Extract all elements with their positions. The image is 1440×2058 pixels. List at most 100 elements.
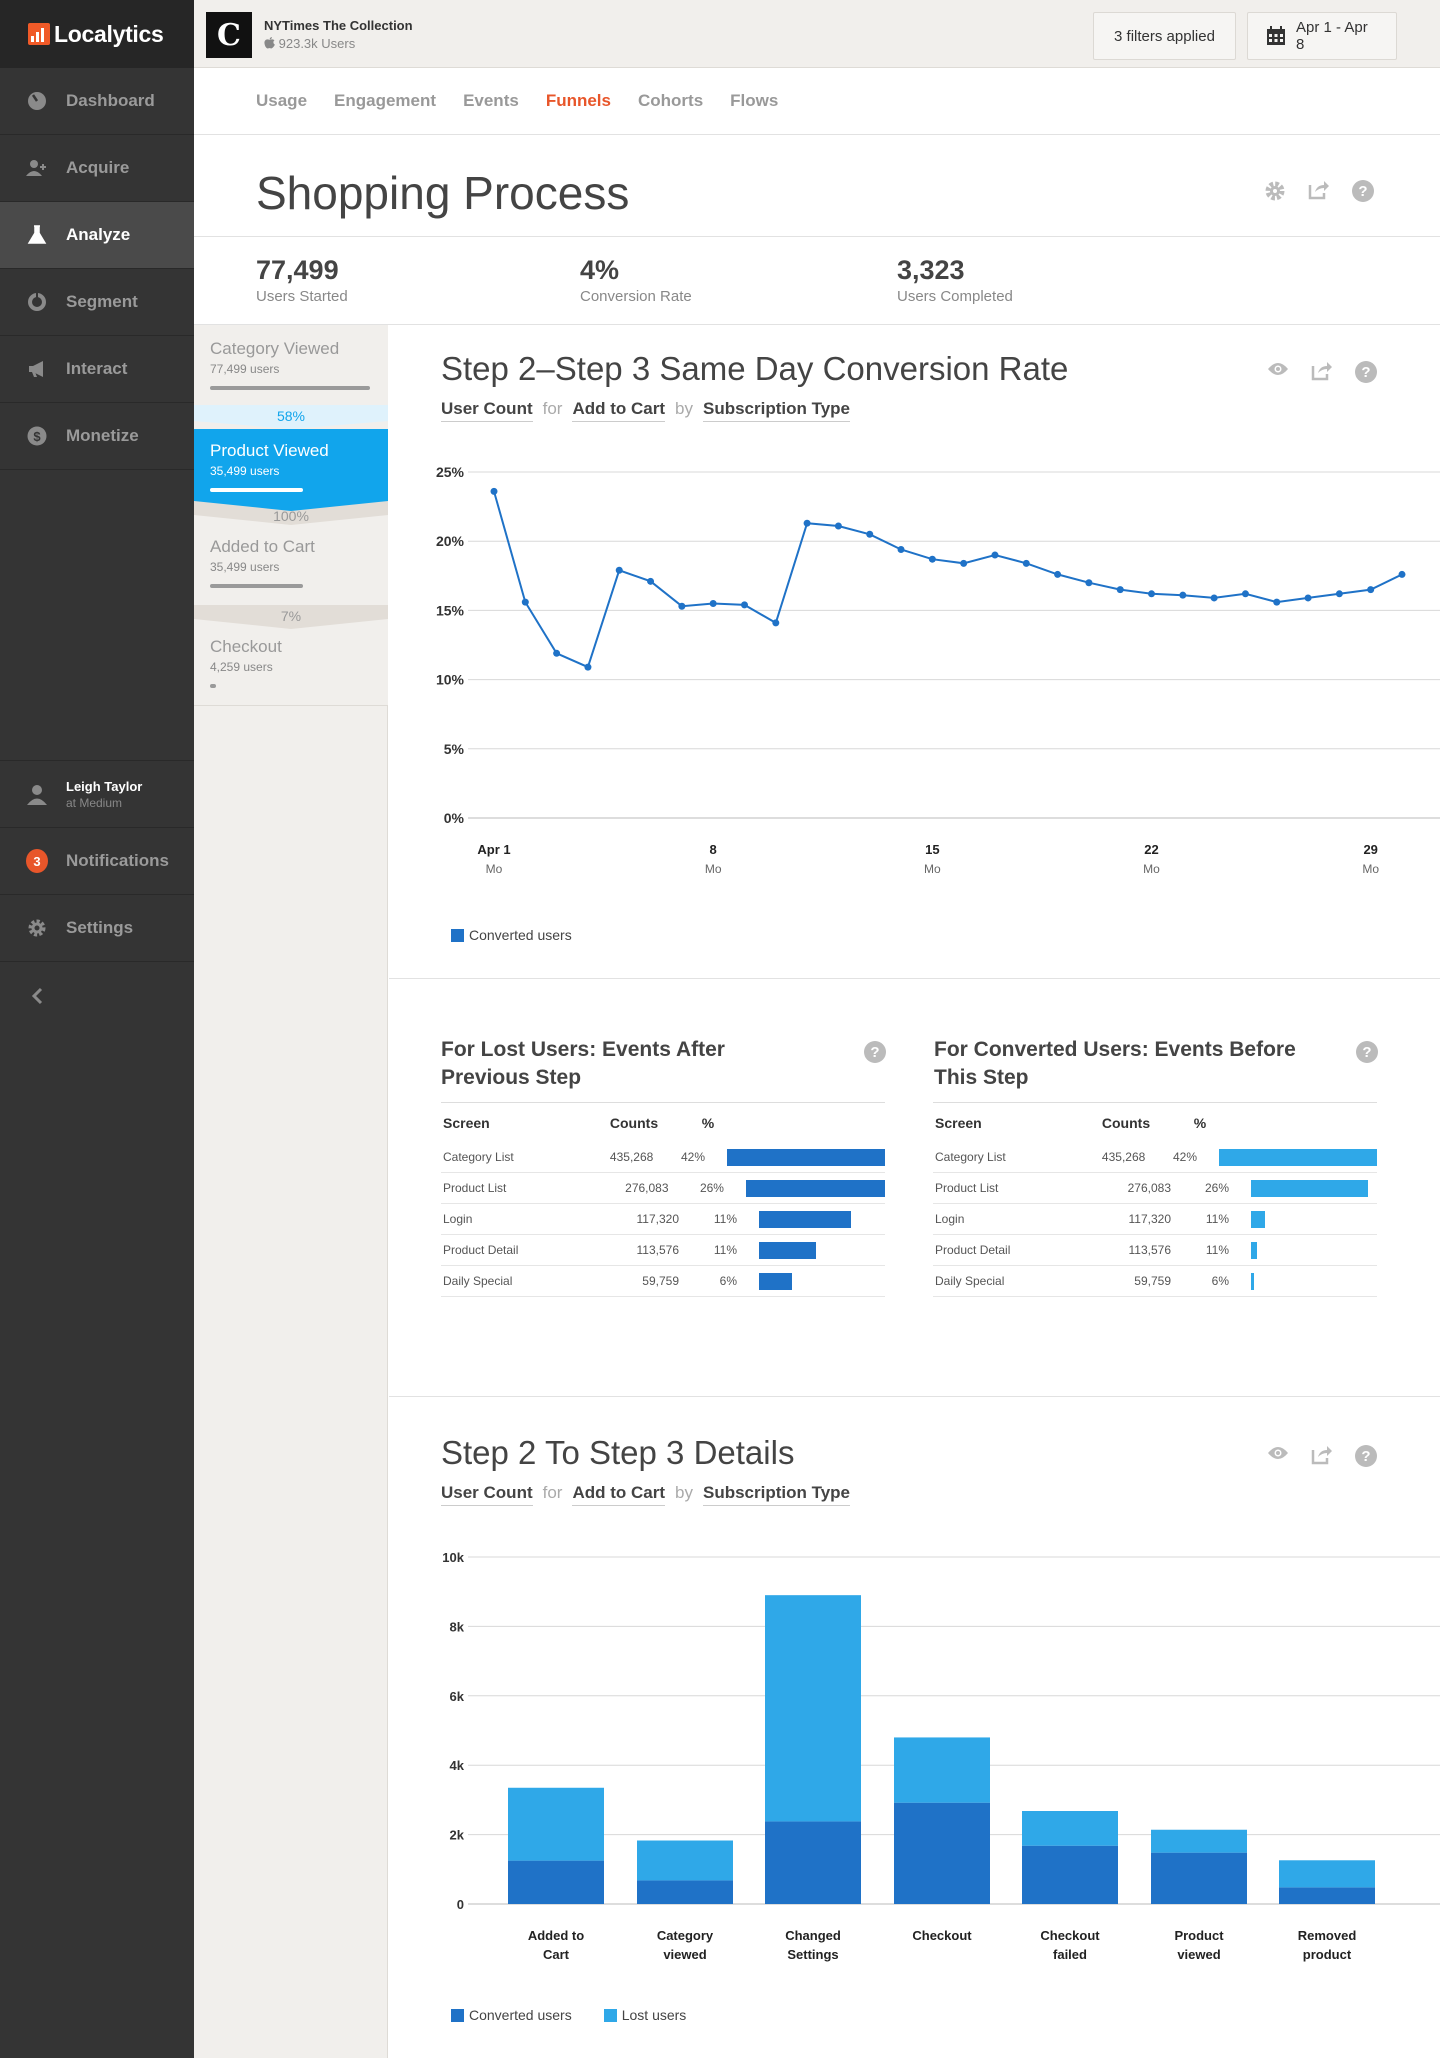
table-row[interactable]: Category List 435,268 42%: [933, 1142, 1377, 1173]
cell-count: 113,576: [636, 1243, 680, 1257]
event-selector[interactable]: Add to Cart: [572, 1483, 666, 1506]
column-header[interactable]: Screen: [441, 1115, 589, 1131]
user-profile[interactable]: Leigh Taylor at Medium: [0, 761, 194, 828]
y-tick-label: 5%: [444, 741, 465, 757]
column-header[interactable]: Counts: [589, 1115, 679, 1131]
data-point: [1179, 591, 1187, 599]
cell-percent: 42%: [1172, 1150, 1197, 1164]
top-bar: C NYTimes The Collection 923.3k Users 3 …: [194, 0, 1440, 68]
stat-conversion-rate: 4% Conversion Rate: [580, 255, 692, 305]
bar-segment-converted: [1279, 1887, 1375, 1904]
data-point: [521, 598, 529, 606]
table-row[interactable]: Daily Special 59,759 6%: [933, 1266, 1377, 1297]
table-row[interactable]: Login 117,320 11%: [933, 1204, 1377, 1235]
sidebar-item-segment[interactable]: Segment: [0, 269, 194, 336]
table-row[interactable]: Product List 276,083 26%: [441, 1173, 885, 1204]
legend-lost-users[interactable]: Lost users: [603, 2007, 686, 2023]
funnel-step-category-viewed[interactable]: Category Viewed 77,499 users: [194, 339, 388, 405]
column-header[interactable]: Counts: [1081, 1115, 1171, 1131]
tab-events[interactable]: Events: [463, 91, 519, 111]
table-row[interactable]: Login 117,320 11%: [441, 1204, 885, 1235]
event-selector[interactable]: Add to Cart: [572, 399, 666, 422]
share-icon[interactable]: [1311, 1445, 1333, 1467]
table-row[interactable]: Product Detail 113,576 11%: [441, 1235, 885, 1266]
tab-funnels[interactable]: Funnels: [546, 91, 611, 111]
share-icon[interactable]: [1311, 361, 1333, 383]
x-tick-sublabel: Mo: [1362, 862, 1379, 876]
date-range-button[interactable]: Apr 1 - Apr 8: [1247, 12, 1397, 60]
percent-bar: [1251, 1179, 1368, 1197]
cell-count: 276,083: [1127, 1181, 1171, 1195]
legend-converted-users[interactable]: Converted users: [451, 2007, 572, 2023]
cell-count: 117,320: [636, 1212, 680, 1226]
tab-cohorts[interactable]: Cohorts: [638, 91, 703, 111]
dimension-selector[interactable]: Subscription Type: [702, 399, 851, 422]
x-tick-sublabel: Mo: [486, 862, 503, 876]
table-row[interactable]: Product Detail 113,576 11%: [933, 1235, 1377, 1266]
help-icon[interactable]: ?: [1355, 1445, 1377, 1467]
app-logo[interactable]: C: [206, 12, 252, 58]
eye-icon[interactable]: [1267, 361, 1289, 383]
tab-flows[interactable]: Flows: [730, 91, 778, 111]
sidebar-item-analyze[interactable]: Analyze: [0, 202, 194, 269]
sidebar-item-label: Dashboard: [66, 91, 155, 110]
localytics-logo[interactable]: Localytics: [0, 0, 194, 68]
conversion-chart-query: User Count for Add to Cart by Subscripti…: [441, 399, 851, 422]
sidebar-item-acquire[interactable]: Acquire: [0, 135, 194, 202]
tab-usage[interactable]: Usage: [256, 91, 307, 111]
sidebar-item-settings[interactable]: Settings: [0, 895, 194, 962]
x-category-label: Category: [657, 1928, 714, 1943]
dimension-selector[interactable]: Subscription Type: [702, 1483, 851, 1506]
percent-bar: [759, 1272, 793, 1290]
help-icon[interactable]: ?: [1356, 1041, 1378, 1068]
x-category-label: viewed: [663, 1947, 706, 1962]
funnel-step-bar: [210, 488, 303, 492]
tab-engagement[interactable]: Engagement: [334, 91, 436, 111]
funnel-step-product-viewed[interactable]: Product Viewed 35,499 users: [194, 429, 388, 501]
query-connector: by: [675, 1483, 693, 1502]
section-divider: [389, 1396, 1440, 1397]
y-tick-label: 15%: [436, 602, 465, 618]
filters-button[interactable]: 3 filters applied: [1093, 12, 1236, 60]
eye-icon[interactable]: [1267, 1445, 1289, 1467]
stat-value: 3,323: [897, 255, 965, 285]
legend-swatch: [451, 928, 464, 942]
y-tick-label: 0%: [444, 810, 465, 826]
help-icon[interactable]: ?: [1355, 361, 1377, 383]
help-icon[interactable]: ?: [864, 1041, 886, 1068]
column-header[interactable]: %: [1171, 1115, 1229, 1131]
share-icon[interactable]: [1308, 180, 1330, 202]
legend-swatch: [603, 2008, 617, 2022]
funnel-step-checkout[interactable]: Checkout 4,259 users: [194, 637, 388, 703]
metric-selector[interactable]: User Count: [441, 399, 533, 422]
table-row[interactable]: Daily Special 59,759 6%: [441, 1266, 885, 1297]
column-header[interactable]: %: [679, 1115, 737, 1131]
series-line-converted-users: [493, 491, 1403, 669]
help-icon[interactable]: ?: [1352, 180, 1374, 202]
data-point: [647, 577, 655, 585]
column-header[interactable]: Screen: [933, 1115, 1081, 1131]
stat-label: Conversion Rate: [580, 288, 692, 305]
funnel-step-users: 35,499 users: [210, 560, 280, 574]
cell-screen: Daily Special: [443, 1274, 513, 1288]
sidebar-item-interact[interactable]: Interact: [0, 336, 194, 403]
x-tick-label: 8: [710, 842, 717, 857]
funnel-step-added-to-cart[interactable]: Added to Cart 35,499 users: [194, 537, 388, 605]
sidebar-item-notifications[interactable]: 3 Notifications: [0, 828, 194, 895]
x-category-label: product: [1303, 1947, 1352, 1962]
cell-percent: 26%: [1204, 1181, 1229, 1195]
user-avatar-icon: [26, 783, 48, 805]
table-row[interactable]: Category List 435,268 42%: [441, 1142, 885, 1173]
sidebar-item-monetize[interactable]: $ Monetize: [0, 403, 194, 470]
data-point: [1398, 570, 1406, 578]
collapse-sidebar-button[interactable]: [0, 962, 194, 1029]
funnel-step-name: Added to Cart: [210, 537, 315, 556]
cell-bar: [1229, 1210, 1377, 1228]
sidebar-item-label: Acquire: [66, 158, 130, 177]
sidebar-item-dashboard[interactable]: Dashboard: [0, 68, 194, 135]
table-row[interactable]: Product List 276,083 26%: [933, 1173, 1377, 1204]
date-range-label: Apr 1 - Apr 8: [1296, 19, 1368, 53]
gear-icon[interactable]: [1264, 180, 1286, 202]
metric-selector[interactable]: User Count: [441, 1483, 533, 1506]
legend-converted-users[interactable]: Converted users: [451, 927, 572, 943]
